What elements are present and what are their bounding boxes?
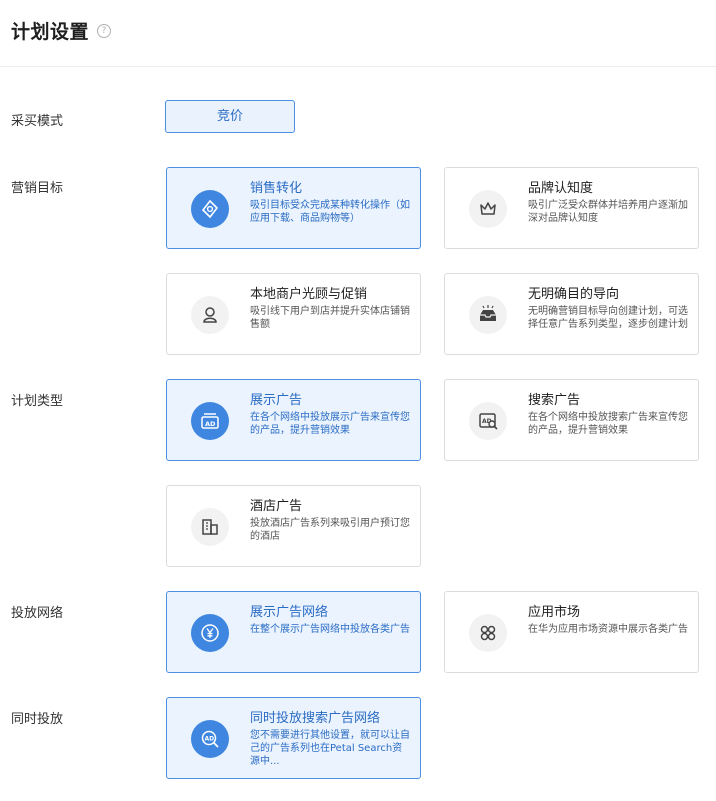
plan-title: 搜索广告	[528, 393, 581, 408]
svg-text:AD: AD	[205, 420, 216, 428]
simultaneous-desc: 您不需要进行其他设置，就可以让自己的广告系列也在Petal Search资源中.…	[250, 730, 410, 767]
yuan-icon	[191, 614, 229, 652]
hotel-icon	[191, 508, 229, 546]
plan-title: 展示广告	[250, 393, 303, 408]
plan-title: 酒店广告	[250, 499, 303, 514]
goal-desc: 吸引线下用户到店并提升实体店铺销售额	[250, 306, 410, 330]
inbox-icon	[469, 296, 507, 334]
simultaneous-title: 同时投放搜索广告网络	[250, 711, 381, 726]
question-circle-icon[interactable]: ?	[97, 24, 111, 38]
purchase-mode-label: 采买模式	[11, 114, 64, 129]
simultaneous-card-search-network[interactable]: AD 同时投放搜索广告网络 您不需要进行其他设置，就可以让自己的广告系列也在Pe…	[166, 697, 421, 779]
goal-title: 销售转化	[250, 181, 303, 196]
goal-desc: 吸引广泛受众群体并培养用户逐渐加深对品牌认知度	[528, 200, 688, 224]
goal-title: 本地商户光顾与促销	[250, 287, 368, 302]
plan-desc: 投放酒店广告系列来吸引用户预订您的酒店	[250, 518, 410, 542]
goal-desc: 无明确营销目标导向创建计划，可选择任意广告系列类型，逐步创建计划	[528, 306, 688, 330]
network-card-display-network[interactable]: 展示广告网络 在整个展示广告网络中投放各类广告	[166, 591, 421, 673]
bid-option-button[interactable]: 竞价	[165, 100, 295, 133]
plan-desc: 在各个网络中投放搜索广告来宣传您的产品，提升营销效果	[528, 412, 688, 436]
display-ad-icon: AD	[191, 402, 229, 440]
goal-card-brand-awareness[interactable]: 品牌认知度 吸引广泛受众群体并培养用户逐渐加深对品牌认知度	[444, 167, 699, 249]
simultaneous-label: 同时投放	[11, 712, 64, 727]
network-title: 展示广告网络	[250, 605, 329, 620]
page-header: 计划设置 ?	[0, 0, 716, 67]
plan-desc: 在各个网络中投放展示广告来宣传您的产品，提升营销效果	[250, 412, 410, 436]
goal-title: 无明确目的导向	[528, 287, 620, 302]
plan-card-search-ad[interactable]: AD 搜索广告 在各个网络中投放搜索广告来宣传您的产品，提升营销效果	[444, 379, 699, 461]
plan-type-label: 计划类型	[11, 394, 64, 409]
goal-card-no-specific-goal[interactable]: 无明确目的导向 无明确营销目标导向创建计划，可选择任意广告系列类型，逐步创建计划	[444, 273, 699, 355]
location-icon	[191, 296, 229, 334]
marketing-goal-label: 营销目标	[11, 181, 64, 196]
goal-card-sales-conversion[interactable]: 销售转化 吸引目标受众完成某种转化操作（如应用下载、商品购物等）	[166, 167, 421, 249]
plan-card-hotel-ad[interactable]: 酒店广告 投放酒店广告系列来吸引用户预订您的酒店	[166, 485, 421, 567]
network-desc: 在华为应用市场资源中展示各类广告	[528, 624, 688, 635]
app-grid-icon	[469, 614, 507, 652]
conversion-icon	[191, 190, 229, 228]
page-title: 计划设置	[11, 21, 90, 43]
svg-text:AD: AD	[205, 735, 215, 742]
network-label: 投放网络	[11, 606, 64, 621]
goal-title: 品牌认知度	[528, 181, 594, 196]
crown-icon	[469, 190, 507, 228]
ad-search-icon: AD	[191, 720, 229, 758]
network-title: 应用市场	[528, 605, 581, 620]
search-ad-icon: AD	[469, 402, 507, 440]
network-desc: 在整个展示广告网络中投放各类广告	[250, 624, 410, 635]
network-card-app-market[interactable]: 应用市场 在华为应用市场资源中展示各类广告	[444, 591, 699, 673]
goal-desc: 吸引目标受众完成某种转化操作（如应用下载、商品购物等）	[250, 200, 410, 224]
goal-card-local-merchant[interactable]: 本地商户光顾与促销 吸引线下用户到店并提升实体店铺销售额	[166, 273, 421, 355]
plan-card-display-ad[interactable]: AD 展示广告 在各个网络中投放展示广告来宣传您的产品，提升营销效果	[166, 379, 421, 461]
